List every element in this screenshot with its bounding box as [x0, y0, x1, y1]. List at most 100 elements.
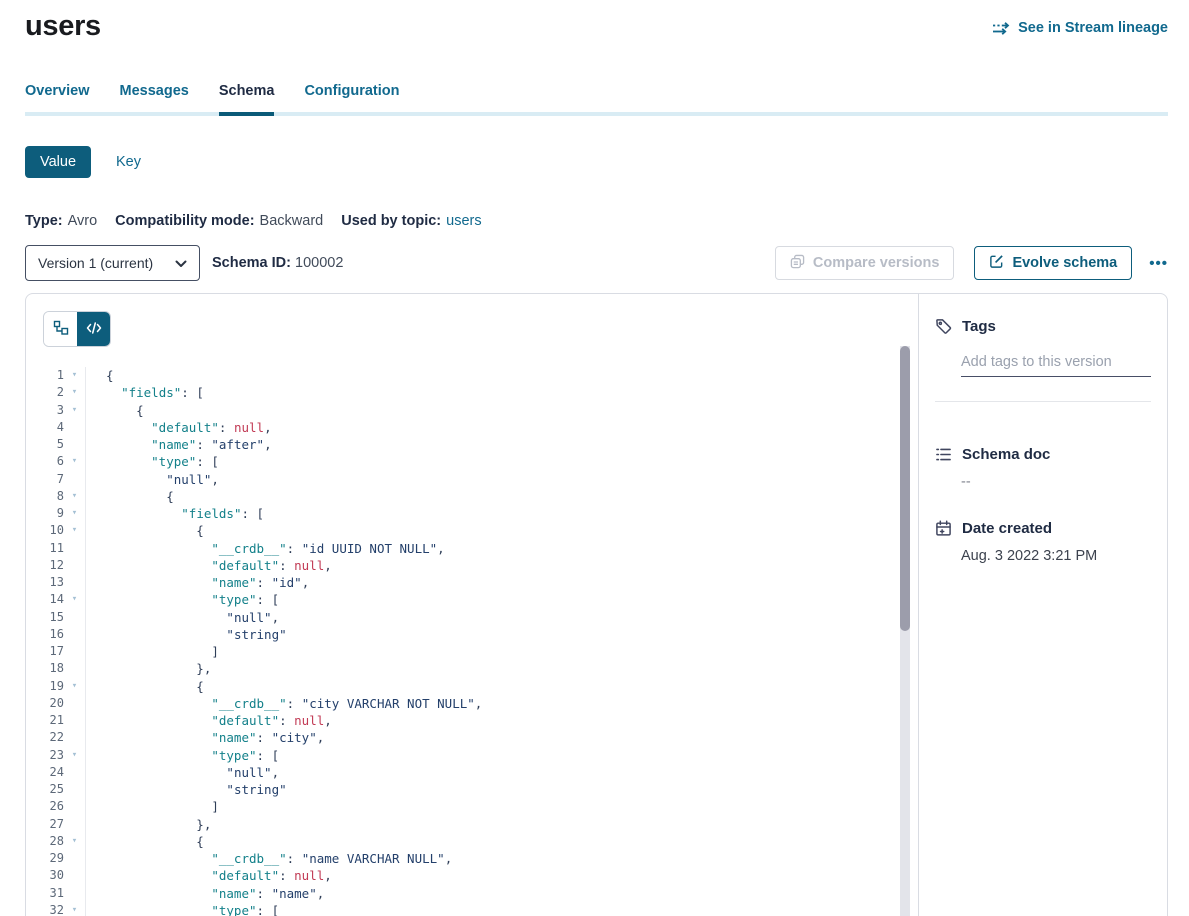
code-text: "name": "name",: [85, 885, 918, 902]
code-text: "__crdb__": "city VARCHAR NOT NULL",: [85, 695, 918, 712]
fold-triangle-icon[interactable]: ▾: [64, 505, 85, 522]
fold-spacer: [64, 695, 85, 712]
code-line: 13 "name": "id",: [26, 574, 918, 591]
calendar-plus-icon: [935, 520, 952, 537]
line-number: 21: [26, 712, 64, 729]
code-line: 7 "null",: [26, 471, 918, 488]
view-mode-toggle: [43, 311, 111, 347]
fold-triangle-icon[interactable]: ▾: [64, 488, 85, 505]
evolve-schema-button[interactable]: Evolve schema: [974, 246, 1132, 280]
tab-schema[interactable]: Schema: [219, 83, 275, 112]
code-text: "type": [: [85, 902, 918, 916]
code-line: 1▾{: [26, 367, 918, 384]
line-number: 19: [26, 678, 64, 695]
meta-label: Type:: [25, 213, 63, 229]
more-options-button[interactable]: •••: [1149, 256, 1168, 271]
fold-triangle-icon[interactable]: ▾: [64, 384, 85, 401]
fold-triangle-icon[interactable]: ▾: [64, 902, 85, 916]
tab-configuration[interactable]: Configuration: [304, 83, 399, 112]
tab-overview[interactable]: Overview: [25, 83, 90, 112]
version-select-value: Version 1 (current): [38, 255, 153, 271]
fold-triangle-icon[interactable]: ▾: [64, 453, 85, 470]
see-in-stream-lineage-link[interactable]: See in Stream lineage: [992, 20, 1168, 36]
evolve-schema-label: Evolve schema: [1012, 255, 1117, 271]
fold-spacer: [64, 764, 85, 781]
code-line: 19▾ {: [26, 678, 918, 695]
meta-compatibility-mode: Compatibility mode:Backward: [115, 213, 323, 229]
code-view-button[interactable]: [77, 312, 110, 346]
schema-sidebar: Tags Schema doc --: [919, 294, 1167, 916]
code-line: 5 "name": "after",: [26, 436, 918, 453]
fold-triangle-icon[interactable]: ▾: [64, 591, 85, 608]
meta-type: Type:Avro: [25, 213, 97, 229]
fold-triangle-icon[interactable]: ▾: [64, 402, 85, 419]
code-text: "name": "after",: [85, 436, 918, 453]
schema-id: Schema ID: 100002: [212, 255, 343, 271]
code-text: {: [85, 522, 918, 539]
fold-triangle-icon[interactable]: ▾: [64, 522, 85, 539]
code-line: 29 "__crdb__": "name VARCHAR NULL",: [26, 850, 918, 867]
fold-spacer: [64, 557, 85, 574]
fold-spacer: [64, 850, 85, 867]
fold-spacer: [64, 729, 85, 746]
editor-scrollbar-thumb[interactable]: [900, 346, 910, 631]
code-text: "type": [: [85, 453, 918, 470]
line-number: 32: [26, 902, 64, 916]
code-text: {: [85, 488, 918, 505]
code-text: ]: [85, 798, 918, 815]
key-toggle-link[interactable]: Key: [116, 154, 141, 170]
line-number: 11: [26, 540, 64, 557]
fold-triangle-icon[interactable]: ▾: [64, 833, 85, 850]
add-tags-input[interactable]: [961, 354, 1151, 377]
code-line: 27 },: [26, 816, 918, 833]
line-number: 13: [26, 574, 64, 591]
code-text: "default": null,: [85, 867, 918, 884]
line-number: 14: [26, 591, 64, 608]
fold-spacer: [64, 574, 85, 591]
fold-spacer: [64, 712, 85, 729]
editor-scrollbar-track[interactable]: [900, 346, 910, 916]
copy-versions-icon: [790, 254, 805, 273]
line-number: 12: [26, 557, 64, 574]
date-created-heading-row: Date created: [935, 520, 1151, 537]
line-number: 24: [26, 764, 64, 781]
line-number: 17: [26, 643, 64, 660]
code-text: {: [85, 402, 918, 419]
meta-used-by-topic: Used by topic: users: [341, 213, 481, 229]
code-line: 17 ]: [26, 643, 918, 660]
line-number: 22: [26, 729, 64, 746]
fold-spacer: [64, 798, 85, 815]
code-line: 15 "null",: [26, 609, 918, 626]
line-number: 27: [26, 816, 64, 833]
line-number: 28: [26, 833, 64, 850]
version-select[interactable]: Version 1 (current): [25, 245, 200, 281]
tag-icon: [935, 318, 952, 335]
compare-versions-button[interactable]: Compare versions: [775, 246, 955, 280]
fold-spacer: [64, 781, 85, 798]
page-header: users See in Stream lineage: [25, 10, 1168, 43]
schema-doc-section: Schema doc --: [935, 446, 1151, 490]
topic-link[interactable]: users: [446, 213, 481, 229]
code-line: 31 "name": "name",: [26, 885, 918, 902]
fold-spacer: [64, 885, 85, 902]
line-number: 1: [26, 367, 64, 384]
fold-triangle-icon[interactable]: ▾: [64, 678, 85, 695]
line-number: 15: [26, 609, 64, 626]
schema-code: 1▾{2▾ "fields": [3▾ {4 "default": null,5…: [26, 367, 918, 916]
code-line: 21 "default": null,: [26, 712, 918, 729]
value-toggle-button[interactable]: Value: [25, 146, 91, 178]
code-line: 3▾ {: [26, 402, 918, 419]
meta-value: Backward: [260, 213, 324, 229]
version-actions: Compare versions Evolve schema •••: [775, 246, 1168, 280]
code-text: "string": [85, 626, 918, 643]
fold-triangle-icon[interactable]: ▾: [64, 747, 85, 764]
meta-label: Used by topic:: [341, 213, 441, 229]
code-text: "default": null,: [85, 419, 918, 436]
fold-triangle-icon[interactable]: ▾: [64, 367, 85, 384]
tree-view-button[interactable]: [44, 312, 77, 346]
sidebar-divider: [935, 401, 1151, 402]
compare-versions-label: Compare versions: [813, 255, 940, 271]
tab-messages[interactable]: Messages: [120, 83, 189, 112]
tab-bar: Overview Messages Schema Configuration: [25, 83, 1168, 116]
version-bar: Version 1 (current) Schema ID: 100002 Co…: [25, 245, 1168, 281]
